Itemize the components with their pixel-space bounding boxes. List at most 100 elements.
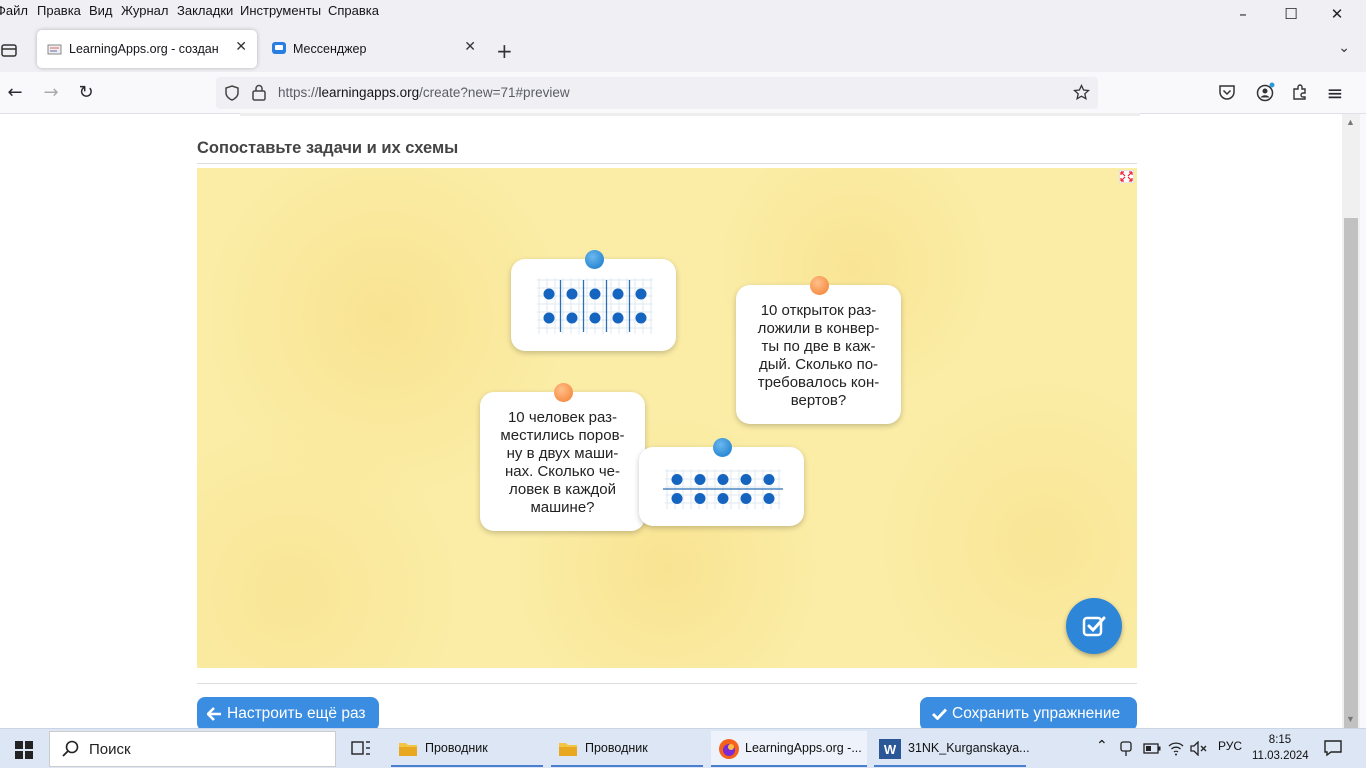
app-menu-button[interactable]: ≡ bbox=[1324, 82, 1346, 104]
taskbar-explorer-1[interactable]: Проводник bbox=[391, 731, 543, 767]
lock-icon[interactable] bbox=[252, 84, 266, 101]
tab-learningapps[interactable]: LearningApps.org - создание м ✕ bbox=[37, 30, 257, 68]
scheme-dot bbox=[717, 474, 729, 485]
webcam-icon[interactable] bbox=[1119, 741, 1133, 757]
button-label: Сохранить упражнение bbox=[952, 705, 1121, 722]
firefox-icon bbox=[719, 739, 739, 759]
button-label: Настроить ещё раз bbox=[227, 705, 366, 722]
close-tab-icon[interactable]: ✕ bbox=[235, 39, 247, 55]
tray-chevron-icon[interactable]: ⌃ bbox=[1096, 737, 1108, 754]
scheme-dot bbox=[694, 493, 706, 504]
scheme-horizontal-diagram bbox=[663, 469, 783, 509]
account-icon[interactable] bbox=[1256, 82, 1276, 102]
scheme-dot bbox=[671, 474, 683, 485]
orange-pin-handle[interactable] bbox=[554, 383, 573, 402]
footer-divider bbox=[197, 683, 1137, 684]
close-button[interactable]: ✕ bbox=[1327, 4, 1347, 24]
forward-button[interactable]: → bbox=[40, 82, 62, 104]
url-bar[interactable]: https://learningapps.org/create?new=71#p… bbox=[216, 77, 1098, 109]
scheme-dot bbox=[543, 288, 555, 300]
notifications-icon[interactable] bbox=[1324, 739, 1342, 757]
task-card-people[interactable]: 10 человек раз- местились поров- ну в дв… bbox=[480, 383, 645, 531]
scheme-dot bbox=[763, 493, 775, 504]
scheme-dot bbox=[566, 312, 578, 324]
scheme-dot bbox=[543, 312, 555, 324]
extensions-icon[interactable] bbox=[1291, 83, 1309, 101]
scheme-dot bbox=[694, 474, 706, 485]
pocket-icon[interactable] bbox=[1218, 84, 1236, 101]
menu-tools[interactable]: Инструменты bbox=[240, 3, 321, 18]
reload-button[interactable]: ↻ bbox=[75, 82, 97, 104]
tab-messenger[interactable]: Мессенджер ✕ bbox=[261, 30, 486, 68]
scroll-up-icon[interactable]: ▲ bbox=[1346, 117, 1355, 127]
menu-edit[interactable]: Правка bbox=[37, 3, 81, 18]
scheme-dot bbox=[740, 474, 752, 485]
back-button[interactable]: ← bbox=[4, 82, 26, 104]
folder-icon bbox=[399, 743, 417, 756]
url-text: https://learningapps.org/create?new=71#p… bbox=[278, 85, 570, 100]
check-answers-button[interactable] bbox=[1066, 598, 1122, 654]
list-all-tabs-icon[interactable]: ⌄ bbox=[1338, 40, 1350, 56]
taskbar-search[interactable]: Поиск bbox=[49, 731, 336, 767]
scheme-card-horizontal[interactable] bbox=[639, 438, 804, 526]
fullscreen-icon[interactable] bbox=[1119, 170, 1134, 183]
orange-pin-handle[interactable] bbox=[810, 276, 829, 295]
minimize-button[interactable]: – bbox=[1233, 4, 1253, 24]
menu-help[interactable]: Справка bbox=[328, 3, 379, 18]
arrow-left-icon bbox=[207, 707, 221, 721]
scheme-dot bbox=[763, 474, 775, 485]
shield-icon[interactable] bbox=[224, 85, 240, 101]
menu-view[interactable]: Вид bbox=[89, 3, 113, 18]
word-icon: W bbox=[879, 739, 901, 759]
menu-history[interactable]: Журнал bbox=[121, 3, 168, 18]
check-icon bbox=[1082, 616, 1106, 637]
page-title: Сопоставьте задачи и их схемы bbox=[197, 139, 459, 157]
menu-bookmarks[interactable]: Закладки bbox=[177, 3, 233, 18]
volume-muted-icon[interactable] bbox=[1190, 741, 1208, 756]
save-exercise-button[interactable]: Сохранить упражнение bbox=[920, 697, 1137, 731]
scheme-dot bbox=[589, 312, 601, 324]
scheme-dot bbox=[612, 312, 624, 324]
close-tab-icon[interactable]: ✕ bbox=[464, 39, 476, 55]
maximize-button[interactable]: ☐ bbox=[1281, 4, 1301, 24]
messenger-favicon-icon bbox=[272, 42, 286, 54]
tab-title: Мессенджер bbox=[293, 42, 367, 56]
taskbar-word[interactable]: W 31NK_Kurganskaya... bbox=[874, 731, 1030, 767]
task-card-postcards[interactable]: 10 открыток раз- ложили в конвер- ты по … bbox=[736, 276, 901, 424]
system-clock[interactable]: 8:15 11.03.2024 bbox=[1252, 732, 1309, 764]
language-indicator[interactable]: РУС bbox=[1218, 739, 1242, 753]
scheme-dot bbox=[635, 312, 647, 324]
learningapps-favicon-icon bbox=[47, 44, 62, 55]
taskbar-firefox[interactable]: LearningApps.org -... bbox=[711, 731, 867, 767]
wifi-icon[interactable] bbox=[1168, 741, 1184, 756]
title-divider bbox=[197, 163, 1137, 164]
folder-icon bbox=[559, 743, 577, 756]
new-tab-button[interactable]: + bbox=[496, 39, 513, 63]
task-text: 10 человек раз- местились поров- ну в дв… bbox=[500, 409, 625, 516]
bookmark-star-icon[interactable] bbox=[1073, 84, 1090, 101]
reconfigure-button[interactable]: Настроить ещё раз bbox=[197, 697, 379, 731]
page-scrollbar[interactable]: ▲ ▼ bbox=[1342, 114, 1360, 758]
scheme-card-vertical[interactable] bbox=[511, 250, 676, 351]
blue-pin-handle[interactable] bbox=[713, 438, 732, 457]
taskbar-explorer-2[interactable]: Проводник bbox=[551, 731, 703, 767]
tab-list-icon[interactable] bbox=[0, 40, 20, 60]
scheme-dot bbox=[566, 288, 578, 300]
scheme-dot bbox=[589, 288, 601, 300]
battery-icon[interactable] bbox=[1143, 743, 1161, 754]
svg-text:W: W bbox=[884, 742, 897, 757]
scrollbar-thumb[interactable] bbox=[1344, 218, 1358, 758]
menu-bar: Файл Правка Вид Журнал Закладки Инструме… bbox=[0, 0, 1366, 22]
scheme-dot bbox=[635, 288, 647, 300]
header-shadow bbox=[240, 113, 1140, 116]
checkmark-icon bbox=[932, 708, 947, 720]
task-text: 10 открыток раз- ложили в конвер- ты по … bbox=[757, 302, 880, 409]
menu-file[interactable]: Файл bbox=[0, 3, 28, 18]
windows-taskbar: Поиск Проводник Проводник LearningApps.o… bbox=[0, 728, 1366, 768]
windows-start-icon[interactable] bbox=[15, 741, 33, 759]
task-view-icon[interactable] bbox=[351, 739, 371, 757]
tab-title: LearningApps.org - создание м bbox=[69, 42, 219, 56]
navigation-bar: ← → ↻ https://learningapps.org/create?ne… bbox=[0, 72, 1366, 114]
blue-pin-handle[interactable] bbox=[585, 250, 604, 269]
scroll-down-icon[interactable]: ▼ bbox=[1346, 714, 1355, 724]
